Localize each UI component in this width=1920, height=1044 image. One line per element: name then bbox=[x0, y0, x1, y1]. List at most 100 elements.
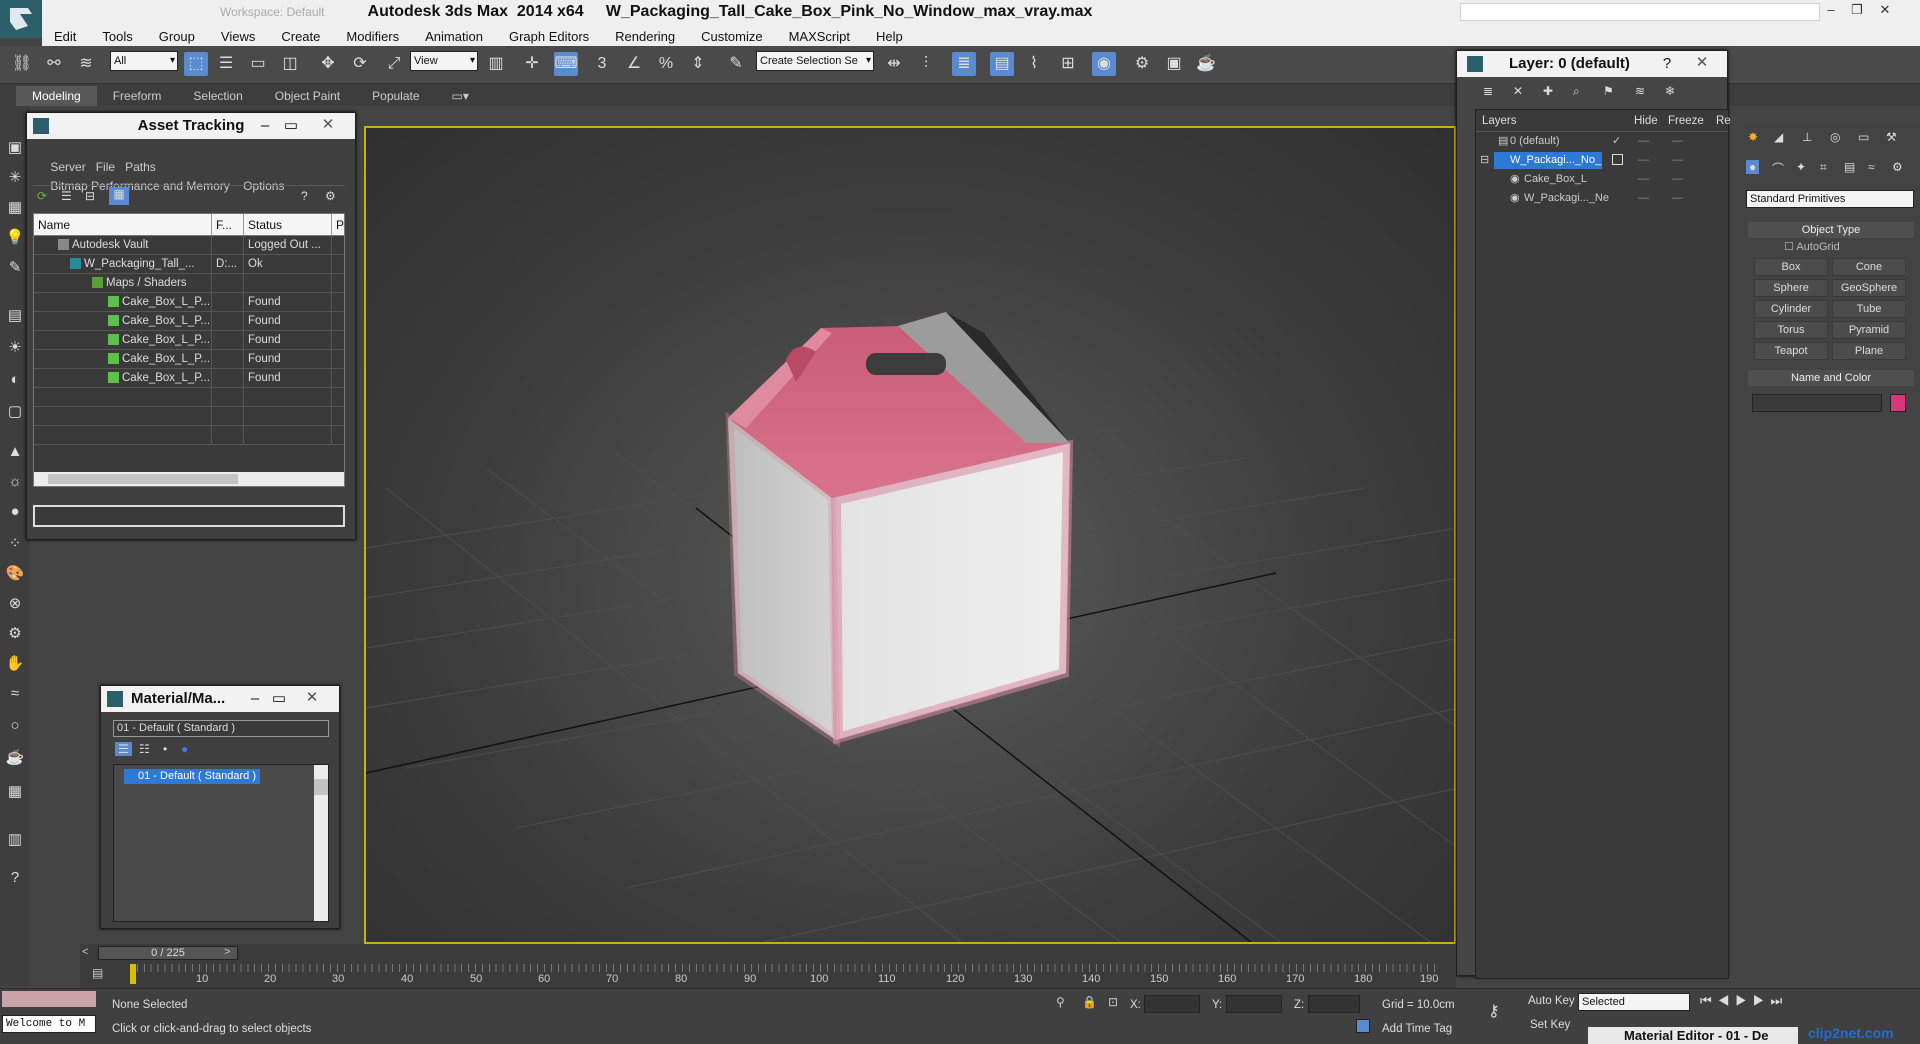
schematic-view-icon[interactable]: ⊞ bbox=[1056, 52, 1080, 76]
hair-icon[interactable]: ≈ bbox=[5, 684, 25, 704]
terrain-icon[interactable]: ▲ bbox=[5, 442, 25, 462]
material-map-titlebar[interactable]: Material/Ma... – ▭ ✕ bbox=[101, 686, 339, 712]
menu-group[interactable]: Group bbox=[159, 29, 195, 44]
freeze-all-icon[interactable]: ❄ bbox=[1665, 84, 1675, 98]
bulb-icon[interactable]: 💡 bbox=[5, 228, 25, 248]
hierarchy-tab-icon[interactable]: ⊥ bbox=[1802, 130, 1812, 144]
layer-stack-icon[interactable]: ≣ bbox=[1483, 84, 1493, 98]
hand-icon[interactable]: ✋ bbox=[5, 654, 25, 674]
object-name-input[interactable] bbox=[1752, 394, 1882, 412]
object-type-rollout-header[interactable]: Object Type bbox=[1748, 222, 1914, 238]
spinner-snap-icon[interactable]: ⇕ bbox=[686, 52, 710, 76]
list-view-icon[interactable]: ☰ bbox=[115, 742, 132, 756]
close-icon[interactable]: ✕ bbox=[299, 688, 325, 708]
layer-panel-titlebar[interactable]: Layer: 0 (default) ? ✕ bbox=[1457, 51, 1727, 77]
layer-row-object[interactable]: ◉ W_Packagi..._Ne — — bbox=[1476, 189, 1728, 208]
pyramid-button[interactable]: Pyramid bbox=[1832, 321, 1906, 339]
list-view-icon[interactable]: ☰ bbox=[61, 189, 72, 203]
key-icon[interactable]: ⚷ bbox=[1488, 1001, 1500, 1021]
prev-frame-icon[interactable]: < bbox=[82, 946, 96, 960]
menu-paths[interactable]: Paths bbox=[125, 160, 156, 174]
teapot-button[interactable]: Teapot bbox=[1754, 342, 1828, 360]
horizontal-scrollbar[interactable] bbox=[34, 472, 344, 486]
collapse-icon[interactable]: ⊟ bbox=[1480, 151, 1489, 170]
column-hide[interactable]: Hide bbox=[1634, 110, 1658, 132]
manipulate-icon[interactable]: ✛ bbox=[520, 52, 544, 76]
mirror-icon[interactable]: ⇹ bbox=[882, 52, 906, 76]
folder-icon[interactable]: ▤ bbox=[5, 306, 25, 326]
pen-icon[interactable]: ✎ bbox=[5, 258, 25, 278]
sphere-button[interactable]: Sphere bbox=[1754, 279, 1828, 297]
tab-populate[interactable]: Populate bbox=[356, 86, 435, 106]
layer-row-packaging[interactable]: ⊟ W_Packagi..._No_ — — bbox=[1476, 151, 1728, 170]
tab-freeform[interactable]: Freeform bbox=[97, 86, 178, 106]
primitives-category-dropdown[interactable]: Standard Primitives bbox=[1746, 190, 1914, 208]
utilities-icon[interactable]: ▥ bbox=[5, 830, 25, 850]
edit-named-selection-icon[interactable]: ✎ bbox=[724, 52, 748, 76]
menu-tools[interactable]: Tools bbox=[102, 29, 132, 44]
highlight-layer-icon[interactable]: ⚑ bbox=[1603, 84, 1614, 98]
align-icon[interactable]: ⫶ bbox=[914, 52, 938, 76]
dot-icon[interactable]: • bbox=[163, 742, 167, 756]
geometry-icon[interactable]: ● bbox=[1746, 160, 1760, 174]
table-row[interactable]: Autodesk Vault Logged Out ... bbox=[34, 236, 344, 255]
key-filter-dropdown[interactable]: Selected bbox=[1578, 993, 1690, 1011]
menu-help[interactable]: Help bbox=[876, 29, 903, 44]
snaps-toggle-icon[interactable]: 3 bbox=[590, 52, 614, 76]
freeze-toggle[interactable]: — bbox=[1672, 170, 1683, 189]
delete-layer-icon[interactable]: ✕ bbox=[1513, 84, 1523, 98]
time-tag-icon[interactable] bbox=[1356, 1019, 1370, 1033]
bulb-yellow-icon[interactable]: ☀ bbox=[5, 338, 25, 358]
column-status[interactable]: Status bbox=[244, 214, 332, 235]
small-icons-icon[interactable]: ☷ bbox=[139, 742, 150, 756]
torus-button[interactable]: Torus bbox=[1754, 321, 1828, 339]
named-selection-dropdown[interactable]: Create Selection Se bbox=[756, 51, 874, 71]
hide-toggle[interactable]: — bbox=[1638, 132, 1649, 151]
perspective-viewport[interactable] bbox=[364, 126, 1456, 944]
tab-selection[interactable]: Selection bbox=[177, 86, 258, 106]
auto-key-button[interactable]: Auto Key bbox=[1528, 995, 1575, 1007]
x-coordinate-field[interactable] bbox=[1144, 995, 1200, 1013]
next-key-icon[interactable]: ▶ bbox=[1753, 993, 1771, 1008]
helper-icon[interactable]: ⊗ bbox=[5, 594, 25, 614]
table-icon[interactable]: ▦ bbox=[5, 782, 25, 802]
curve-editor-icon[interactable]: ⌇ bbox=[1022, 52, 1046, 76]
move-icon[interactable]: ✥ bbox=[316, 52, 340, 76]
select-object-icon[interactable]: ⬚ bbox=[184, 52, 208, 76]
absolute-mode-icon[interactable]: ⊡ bbox=[1108, 995, 1118, 1009]
percent-snap-icon[interactable]: % bbox=[654, 52, 678, 76]
reference-coordinate-dropdown[interactable]: View bbox=[410, 51, 478, 71]
select-objects-icon[interactable]: ⌕ bbox=[1573, 84, 1580, 99]
infocenter-search-input[interactable] bbox=[1460, 3, 1820, 21]
minimize-icon[interactable]: – bbox=[245, 686, 265, 712]
column-render[interactable]: Re bbox=[1716, 110, 1731, 132]
angle-snap-icon[interactable]: ∠ bbox=[622, 52, 646, 76]
material-editor-icon[interactable]: ◉ bbox=[1092, 52, 1116, 76]
render-production-icon[interactable]: ☕ bbox=[1194, 52, 1218, 76]
table-row[interactable]: Cake_Box_L_P... Found bbox=[34, 312, 344, 331]
layer-row-object[interactable]: ◉ Cake_Box_L — — bbox=[1476, 170, 1728, 189]
vertical-scrollbar[interactable] bbox=[314, 765, 328, 921]
select-by-name-icon[interactable]: ☰ bbox=[214, 52, 238, 76]
ribbon-toggle-icon[interactable]: ▤ bbox=[990, 52, 1014, 76]
modify-tab-icon[interactable]: ◢ bbox=[1774, 130, 1783, 144]
menu-create[interactable]: Create bbox=[281, 29, 320, 44]
systems-icon[interactable]: ⚙ bbox=[1892, 160, 1903, 174]
minimize-icon[interactable]: – bbox=[1820, 2, 1842, 20]
table-row[interactable]: Cake_Box_L_P... Found bbox=[34, 369, 344, 388]
current-layer-check-icon[interactable]: ✓ bbox=[1612, 132, 1621, 151]
grid-icon[interactable]: ▦ bbox=[5, 198, 25, 218]
taskbar-material-editor[interactable]: Material Editor - 01 - De bbox=[1588, 1027, 1798, 1044]
box-button[interactable]: Box bbox=[1754, 258, 1828, 276]
create-tab-icon[interactable]: ✸ bbox=[1748, 130, 1758, 144]
cake-box-model[interactable] bbox=[725, 312, 1074, 748]
scrollbar-thumb[interactable] bbox=[48, 474, 238, 484]
window-crossing-icon[interactable]: ◫ bbox=[278, 52, 302, 76]
freeze-toggle[interactable]: — bbox=[1672, 151, 1683, 170]
menu-animation[interactable]: Animation bbox=[425, 29, 483, 44]
ribbon-options-icon[interactable]: ▭▾ bbox=[436, 86, 485, 106]
table-row[interactable]: Cake_Box_L_P... Found bbox=[34, 293, 344, 312]
hide-toggle[interactable]: — bbox=[1638, 170, 1649, 189]
y-coordinate-field[interactable] bbox=[1226, 995, 1282, 1013]
utilities-tab-icon[interactable]: ⚒ bbox=[1886, 130, 1897, 144]
